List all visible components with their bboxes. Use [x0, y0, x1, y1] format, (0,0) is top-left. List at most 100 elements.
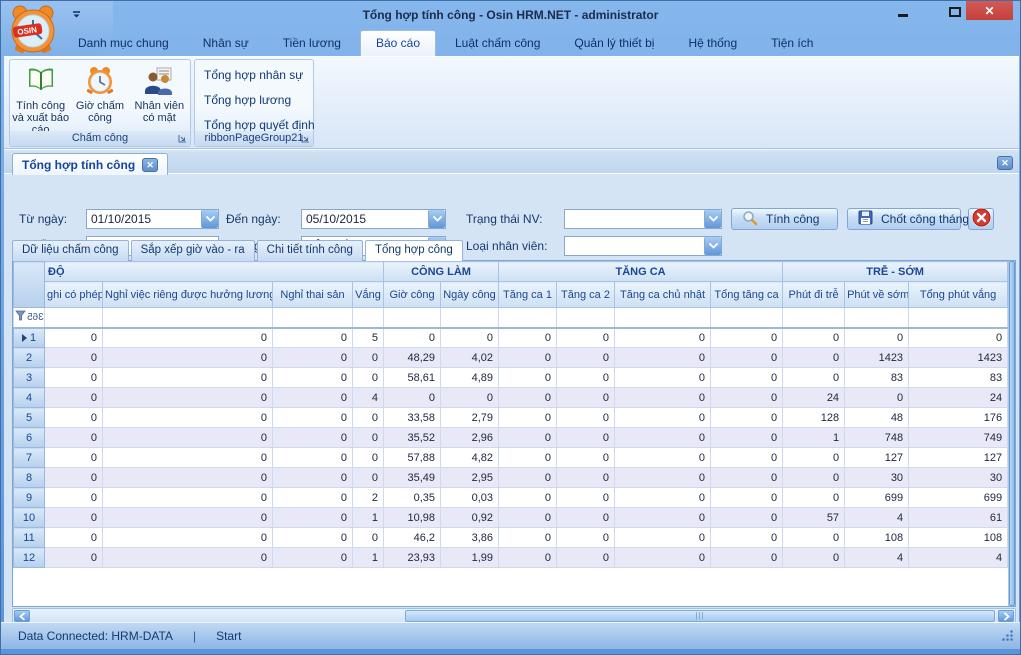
- grid-cell[interactable]: 0: [557, 408, 615, 428]
- grid-cell[interactable]: 0: [499, 368, 557, 388]
- ribbon-tab[interactable]: Hệ thống: [673, 31, 752, 56]
- grid-cell[interactable]: 0: [45, 488, 103, 508]
- grid-cell[interactable]: 0: [783, 348, 845, 368]
- grid-cell[interactable]: 0: [615, 368, 711, 388]
- grid-cell[interactable]: 4,82: [441, 448, 499, 468]
- grid-cell[interactable]: 0: [103, 488, 273, 508]
- grid-cell[interactable]: 30: [845, 468, 909, 488]
- grid-cell[interactable]: 0: [615, 488, 711, 508]
- window-close-button[interactable]: ✕: [966, 1, 1013, 20]
- grid-cell[interactable]: 0: [103, 408, 273, 428]
- chevron-down-icon[interactable]: [704, 210, 721, 228]
- grid-cell[interactable]: 0: [273, 528, 353, 548]
- grid-cell[interactable]: 0: [499, 468, 557, 488]
- grid-column-header[interactable]: Tăng ca 1: [499, 282, 557, 308]
- grid-column-header[interactable]: ghi có phép: [45, 282, 103, 308]
- grid-cell[interactable]: 46,2: [384, 528, 441, 548]
- lock-month-button[interactable]: Chốt công tháng: [847, 208, 961, 230]
- grid-band-header[interactable]: TĂNG CA: [499, 262, 783, 282]
- grid-cell[interactable]: 0: [45, 448, 103, 468]
- grid-cell[interactable]: 0: [499, 388, 557, 408]
- grid-cell[interactable]: 0: [103, 368, 273, 388]
- grid-cell[interactable]: 4: [909, 548, 1008, 568]
- row-indicator[interactable]: 1: [14, 328, 45, 348]
- grid-cell[interactable]: 0: [711, 368, 783, 388]
- chevron-down-icon[interactable]: [704, 237, 721, 255]
- calculate-button[interactable]: Tính công: [731, 208, 838, 230]
- grid-band-header[interactable]: ĐỘ: [45, 262, 384, 282]
- table-row[interactable]: 900020,350,0300000699699: [14, 488, 1008, 508]
- row-indicator[interactable]: 5: [14, 408, 45, 428]
- grid-cell[interactable]: 0: [441, 328, 499, 348]
- grid-cell[interactable]: 0: [353, 448, 384, 468]
- grid-cell[interactable]: 0: [273, 428, 353, 448]
- from-date-picker[interactable]: 01/10/2015: [86, 209, 219, 229]
- grid-cell[interactable]: 4,02: [441, 348, 499, 368]
- document-close-button[interactable]: ✕: [997, 156, 1013, 170]
- grid-cell[interactable]: 5: [353, 328, 384, 348]
- minimize-button[interactable]: [893, 3, 913, 21]
- employee-status-select[interactable]: [564, 209, 722, 229]
- grid-cell[interactable]: 0: [273, 368, 353, 388]
- filter-cell[interactable]: [103, 308, 273, 328]
- chevron-down-icon[interactable]: [201, 210, 218, 228]
- dialog-launcher-icon[interactable]: [299, 132, 312, 145]
- grid-column-header[interactable]: Tổng tăng ca: [711, 282, 783, 308]
- ribbon-tab[interactable]: Nhân sự: [188, 31, 264, 56]
- grid-cell[interactable]: 128: [783, 408, 845, 428]
- grid-cell[interactable]: 0: [557, 488, 615, 508]
- grid-column-header[interactable]: Ngày công: [441, 282, 499, 308]
- grid-cell[interactable]: 61: [909, 508, 1008, 528]
- grid-cell[interactable]: 0: [557, 428, 615, 448]
- employee-type-select[interactable]: [564, 236, 722, 256]
- grid-cell[interactable]: 0: [615, 328, 711, 348]
- grid-column-header[interactable]: Phút đi trễ: [783, 282, 845, 308]
- grid-cell[interactable]: 0: [353, 428, 384, 448]
- grid-cell[interactable]: 0: [103, 388, 273, 408]
- grid-cell[interactable]: 0: [273, 468, 353, 488]
- table-row[interactable]: 12000123,931,990000044: [14, 548, 1008, 568]
- grid-cell[interactable]: 0: [45, 508, 103, 528]
- grid-cell[interactable]: 108: [845, 528, 909, 548]
- to-date-picker[interactable]: 05/10/2015: [301, 209, 446, 229]
- grid-cell[interactable]: 0: [103, 448, 273, 468]
- table-row[interactable]: 8000035,492,95000003030: [14, 468, 1008, 488]
- grid-cell[interactable]: 2,95: [441, 468, 499, 488]
- grid-cell[interactable]: 0: [909, 328, 1008, 348]
- resize-grip-icon[interactable]: [1001, 629, 1014, 645]
- table-row[interactable]: 3000058,614,89000008383: [14, 368, 1008, 388]
- grid-column-header[interactable]: Phút về sớm: [845, 282, 909, 308]
- grid-cell[interactable]: 4: [353, 388, 384, 408]
- grid-cell[interactable]: 57,88: [384, 448, 441, 468]
- grid-cell[interactable]: 0: [711, 528, 783, 548]
- table-row[interactable]: 6000035,522,9600001748749: [14, 428, 1008, 448]
- grid-cell[interactable]: 0: [45, 408, 103, 428]
- row-indicator[interactable]: 12: [14, 548, 45, 568]
- grid-cell[interactable]: 0: [845, 328, 909, 348]
- row-indicator[interactable]: 7: [14, 448, 45, 468]
- grid-cell[interactable]: 0: [45, 328, 103, 348]
- grid-cell[interactable]: 0: [273, 448, 353, 468]
- grid-cell[interactable]: 0: [353, 468, 384, 488]
- ribbon-tab[interactable]: Luật chấm công: [440, 31, 555, 56]
- filter-cell[interactable]: [909, 308, 1008, 328]
- ribbon-tab[interactable]: Tiền lương: [268, 31, 356, 56]
- row-indicator[interactable]: 9: [14, 488, 45, 508]
- filter-row-indicator[interactable]: 365: [14, 308, 45, 328]
- filter-cell[interactable]: [353, 308, 384, 328]
- grid-cell[interactable]: 0: [615, 428, 711, 448]
- grid-cell[interactable]: 0: [557, 528, 615, 548]
- grid-cell[interactable]: 108: [909, 528, 1008, 548]
- row-indicator[interactable]: 4: [14, 388, 45, 408]
- grid-cell[interactable]: 0: [45, 428, 103, 448]
- row-indicator[interactable]: 2: [14, 348, 45, 368]
- app-logo-alarm-clock-icon[interactable]: OSIN: [7, 3, 59, 57]
- grid-cell[interactable]: 0: [615, 468, 711, 488]
- grid-cell[interactable]: 0: [273, 408, 353, 428]
- grid-cell[interactable]: 0: [384, 328, 441, 348]
- table-row[interactable]: 5000033,582,79000012848176: [14, 408, 1008, 428]
- grid-cell[interactable]: 0: [845, 388, 909, 408]
- grid-cell[interactable]: 0: [711, 328, 783, 348]
- grid-cell[interactable]: 0: [557, 548, 615, 568]
- grid-cell[interactable]: 0: [499, 408, 557, 428]
